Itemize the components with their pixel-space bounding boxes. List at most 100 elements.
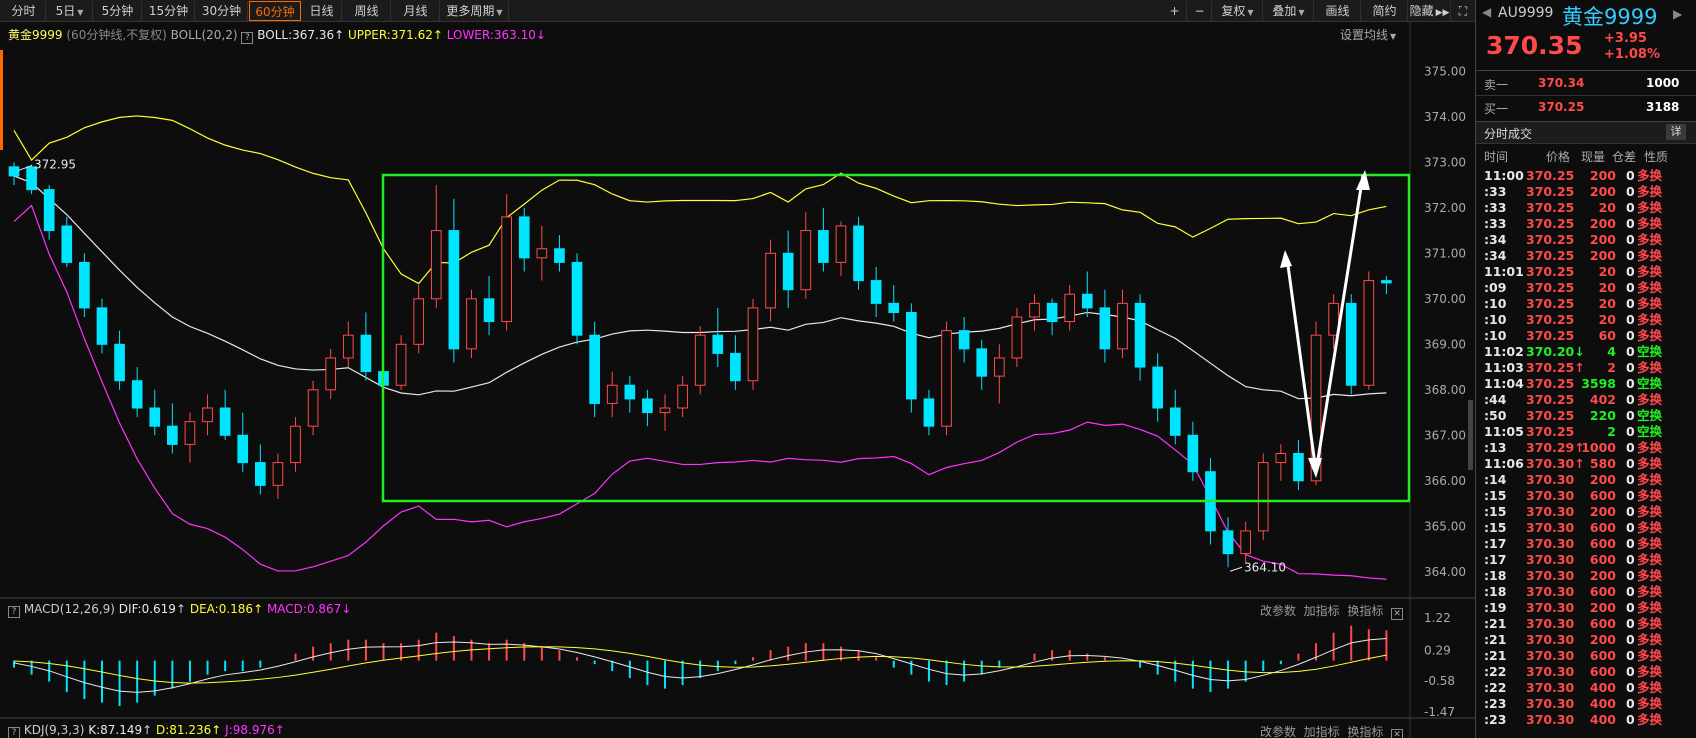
candle-body	[906, 311, 917, 400]
tab-daily[interactable]: 日线	[302, 1, 342, 21]
zoom-out-button[interactable]: −	[1188, 1, 1212, 21]
tick-nature: 多换	[1637, 248, 1663, 263]
tick-price: 370.30	[1526, 552, 1575, 567]
tick-oi-change: 0	[1626, 440, 1635, 455]
price-axis-label: 364.00	[1424, 565, 1466, 579]
tick-oi-change: 0	[1626, 568, 1635, 583]
hide-label: 隐藏	[1409, 4, 1434, 18]
sell1-price: 370.34	[1538, 76, 1585, 90]
more-periods-label: 更多周期	[446, 4, 495, 18]
candle-body	[413, 298, 425, 345]
tick-time: :23	[1484, 712, 1507, 727]
fullscreen-icon[interactable]: ⛶	[1452, 1, 1474, 21]
help-icon[interactable]: ?	[8, 727, 20, 738]
ma-settings-label: 设置均线	[1340, 28, 1389, 42]
tick-price: 370.25	[1526, 424, 1575, 439]
tick-oi-change: 0	[1626, 200, 1635, 215]
tick-oi-change: 0	[1626, 520, 1635, 535]
tick-oi-change: 0	[1626, 600, 1635, 615]
tick-row: :50 370.25 220 0 空换	[1484, 408, 1694, 424]
tick-nature: 多换	[1637, 712, 1663, 727]
tick-row: 11:01 370.25 20 0 多换	[1484, 264, 1694, 280]
up-arrow-icon: ↑	[274, 723, 285, 737]
tick-row: :15 370.30 600 0 多换	[1484, 488, 1694, 504]
price-axis-label: 369.00	[1424, 337, 1466, 351]
tick-oi-change: 0	[1626, 456, 1635, 471]
tick-oi-change: 0	[1626, 168, 1635, 183]
candle-body	[589, 334, 600, 404]
kdj-name: KDJ(9,3,3)	[23, 723, 85, 737]
high-annotation: 372.95	[34, 158, 76, 172]
fuquan-dropdown[interactable]: 复权 ▼	[1213, 1, 1263, 21]
tab-15min[interactable]: 15分钟	[143, 1, 195, 21]
prev-arrow-icon[interactable]: ◀	[1482, 5, 1491, 19]
tick-row: :23 370.30 400 0 多换	[1484, 712, 1694, 728]
tab-weekly[interactable]: 周线	[343, 1, 391, 21]
candle-body	[1293, 453, 1304, 482]
macd-dea: DEA:0.186	[189, 602, 254, 616]
tick-nature: 多换	[1637, 600, 1663, 615]
tick-time: 11:05	[1484, 424, 1524, 439]
tick-time: :10	[1484, 296, 1507, 311]
legend-period-note: (60分钟线,不复权)	[66, 28, 167, 42]
draw-line-button[interactable]: 画线	[1315, 1, 1361, 21]
candle-body	[254, 462, 266, 486]
candle-body	[1011, 316, 1023, 359]
candle-body	[1152, 366, 1164, 409]
tick-nature: 多换	[1637, 440, 1663, 455]
price-axis-label: 366.00	[1424, 474, 1466, 488]
price-axis-label: 370.00	[1424, 292, 1466, 306]
tick-time: :33	[1484, 200, 1507, 215]
macd-legend: ? MACD(12,26,9) DIF:0.619↑ DEA:0.186↑ MA…	[8, 602, 351, 618]
detail-button[interactable]: 详	[1666, 124, 1686, 140]
candle-body	[237, 434, 249, 464]
candle-body	[96, 307, 108, 345]
tick-price: 370.30	[1526, 632, 1575, 647]
tab-more-periods[interactable]: 更多周期 ▼	[441, 1, 509, 21]
kline-chart[interactable]: 375.00 374.00 373.00 372.00 371.00 370.00 369.…	[0, 0, 1475, 738]
candle-body	[782, 252, 794, 291]
price-axis-label: 372.00	[1424, 201, 1466, 215]
tab-5day[interactable]: 5日 ▼	[47, 1, 93, 21]
tick-nature: 空换	[1637, 424, 1663, 439]
macd-add-indicator-button[interactable]: 加指标	[1304, 604, 1340, 618]
tick-list[interactable]: 11:00 370.25 200 0 多换:33 370.25 200 0 多换:33 370.2…	[1484, 168, 1694, 728]
close-icon[interactable]: ✕	[1391, 729, 1404, 738]
tab-5min[interactable]: 5分钟	[94, 1, 142, 21]
tab-fenshi[interactable]: 分时	[2, 1, 46, 21]
candle-body	[360, 334, 372, 373]
close-icon[interactable]: ✕	[1391, 608, 1404, 620]
tick-volume: 400	[1589, 696, 1616, 711]
tab-monthly[interactable]: 月线	[392, 1, 440, 21]
kdj-change-params-button[interactable]: 改参数	[1260, 725, 1296, 738]
candle-body	[1169, 407, 1181, 436]
macd-change-params-button[interactable]: 改参数	[1260, 604, 1296, 618]
hide-button[interactable]: 隐藏 ▶▶	[1409, 1, 1451, 21]
tick-nature: 多换	[1637, 536, 1663, 551]
tick-oi-change: 0	[1626, 488, 1635, 503]
help-icon[interactable]: ?	[241, 32, 254, 44]
tick-time: :19	[1484, 600, 1507, 615]
next-arrow-icon[interactable]: ▶	[1673, 7, 1682, 21]
tick-volume: 600	[1589, 584, 1616, 599]
tick-time: :22	[1484, 680, 1507, 695]
tick-row: :34 370.25 200 0 多换	[1484, 248, 1694, 264]
zoom-in-button[interactable]: +	[1163, 1, 1187, 21]
quote-name: 黄金9999	[1562, 5, 1658, 29]
tick-row: :09 370.25 20 0 多换	[1484, 280, 1694, 296]
tick-nature: 多换	[1637, 184, 1663, 199]
diejia-dropdown[interactable]: 叠加 ▼	[1264, 1, 1314, 21]
tick-volume: 200	[1589, 216, 1616, 231]
simple-mode-button[interactable]: 简约	[1362, 1, 1408, 21]
tick-nature: 多换	[1637, 664, 1663, 679]
tick-volume: 200	[1589, 168, 1616, 183]
tick-oi-change: 0	[1626, 328, 1635, 343]
candle-body	[870, 280, 882, 304]
kdj-switch-indicator-button[interactable]: 换指标	[1347, 725, 1383, 738]
tab-60min[interactable]: 60分钟	[249, 1, 301, 21]
macd-switch-indicator-button[interactable]: 换指标	[1347, 604, 1383, 618]
ma-settings-button[interactable]: 设置均线 ▼	[1340, 26, 1396, 43]
tab-30min[interactable]: 30分钟	[196, 1, 248, 21]
help-icon[interactable]: ?	[8, 606, 20, 618]
kdj-add-indicator-button[interactable]: 加指标	[1304, 725, 1340, 738]
